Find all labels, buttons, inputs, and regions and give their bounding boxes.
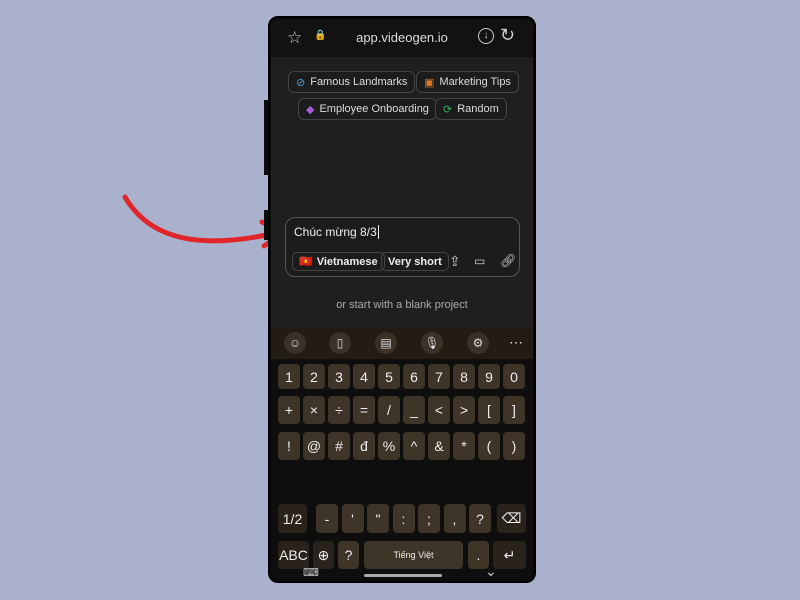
key[interactable]: ) (503, 432, 525, 460)
key[interactable]: 4 (353, 364, 375, 389)
key[interactable]: & (428, 432, 450, 460)
prompt-box[interactable]: Chúc mừng 8/3 🇻🇳 Vietnamese Very short ⇪ … (285, 217, 520, 277)
download-icon[interactable]: ↓ (478, 28, 494, 44)
suggestion-famous-landmarks[interactable]: ⊘ Famous Landmarks (288, 71, 416, 93)
key[interactable]: , (443, 504, 466, 533)
key[interactable]: + (278, 396, 300, 424)
keyboard-hide-icon[interactable]: ⌨ (303, 566, 319, 579)
key[interactable]: : (392, 504, 415, 533)
key[interactable]: 3 (328, 364, 350, 389)
prompt-input[interactable]: Chúc mừng 8/3 (294, 225, 379, 239)
more-icon[interactable]: ⋯ (509, 334, 523, 351)
enter-key[interactable]: ↵ (493, 541, 526, 569)
chevron-down-icon[interactable]: ⌄ (485, 563, 497, 579)
suggestion-employee-onboarding[interactable]: ◆ Employee Onboarding (298, 98, 437, 120)
suggestion-random[interactable]: ⟳ Random (435, 98, 507, 120)
browser-bar: ☆ 🔒 app.videogen.io ↓ ↻ (271, 19, 533, 57)
microphone-icon[interactable]: 🎙︎ (421, 332, 443, 354)
key[interactable]: ] (503, 396, 525, 424)
key[interactable]: _ (403, 396, 425, 424)
key[interactable]: ! (278, 432, 300, 460)
key[interactable]: " (367, 504, 389, 533)
id-card-icon[interactable]: ▭ (474, 254, 485, 268)
emoji-icon[interactable]: ☺ (284, 332, 306, 354)
key[interactable]: 7 (428, 364, 450, 389)
question-key[interactable]: ? (338, 541, 359, 569)
shuffle-icon: ⟳ (443, 103, 453, 116)
key[interactable]: < (428, 396, 450, 424)
backspace-key[interactable]: ⌫ (497, 504, 526, 533)
length-select[interactable]: Very short (381, 252, 449, 271)
key[interactable]: đ (353, 432, 375, 460)
clipboard-icon[interactable]: ▯ (329, 332, 351, 354)
link-icon[interactable]: 🔗︎ (500, 253, 517, 269)
refresh-icon[interactable]: ↻ (500, 25, 515, 46)
key[interactable]: 9 (478, 364, 500, 389)
key[interactable]: * (453, 432, 475, 460)
globe-icon: ⊘ (296, 76, 306, 89)
key[interactable]: @ (303, 432, 325, 460)
notes-icon[interactable]: ▤ (375, 332, 397, 354)
key[interactable]: / (378, 396, 400, 424)
key[interactable]: > (453, 396, 475, 424)
key[interactable]: 5 (378, 364, 400, 389)
suggestion-marketing-tips[interactable]: ▣ Marketing Tips (416, 71, 519, 93)
globe-key[interactable]: ⊕ (313, 541, 334, 569)
keyboard-toolbar: ☺ ▯ ▤ 🎙︎ ⚙ ⋯ (271, 327, 533, 359)
space-key[interactable]: Tiếng Việt (364, 541, 463, 569)
key[interactable]: % (378, 432, 400, 460)
key[interactable]: 8 (453, 364, 475, 389)
settings-icon[interactable]: ⚙ (467, 332, 489, 354)
key[interactable]: ; (418, 504, 440, 533)
key[interactable]: 6 (403, 364, 425, 389)
language-select[interactable]: 🇻🇳 Vietnamese (292, 252, 385, 271)
key[interactable]: # (328, 432, 350, 460)
key[interactable]: = (353, 396, 375, 424)
keyboard: ☺ ▯ ▤ 🎙︎ ⚙ ⋯ 1 2 3 4 5 6 7 8 9 0 + × ÷ = / _ < >[]! @ # đ% ^ &… (271, 327, 533, 579)
key[interactable]: ? (469, 504, 491, 533)
key[interactable]: ' (341, 504, 364, 533)
key[interactable]: 0 (503, 364, 525, 389)
key[interactable]: 2 (303, 364, 325, 389)
key[interactable]: [ (478, 396, 500, 424)
key[interactable]: ÷ (328, 396, 350, 424)
home-indicator[interactable] (364, 574, 442, 577)
briefcase-icon: ▣ (424, 76, 435, 89)
key[interactable]: ( (478, 432, 500, 460)
upload-icon[interactable]: ⇪ (449, 253, 461, 270)
key[interactable]: 1 (278, 364, 300, 389)
key[interactable]: - (316, 504, 338, 533)
key-1-2[interactable]: 1/2 (278, 504, 307, 533)
key[interactable]: ^ (403, 432, 425, 460)
key[interactable]: × (303, 396, 325, 424)
blank-project-link[interactable]: or start with a blank project (271, 299, 533, 311)
graduation-cap-icon: ◆ (306, 103, 315, 116)
phone-screen: ☆ 🔒 app.videogen.io ↓ ↻ ⊘ Famous Landmark… (271, 19, 533, 579)
abc-key[interactable]: ABC (278, 541, 309, 569)
